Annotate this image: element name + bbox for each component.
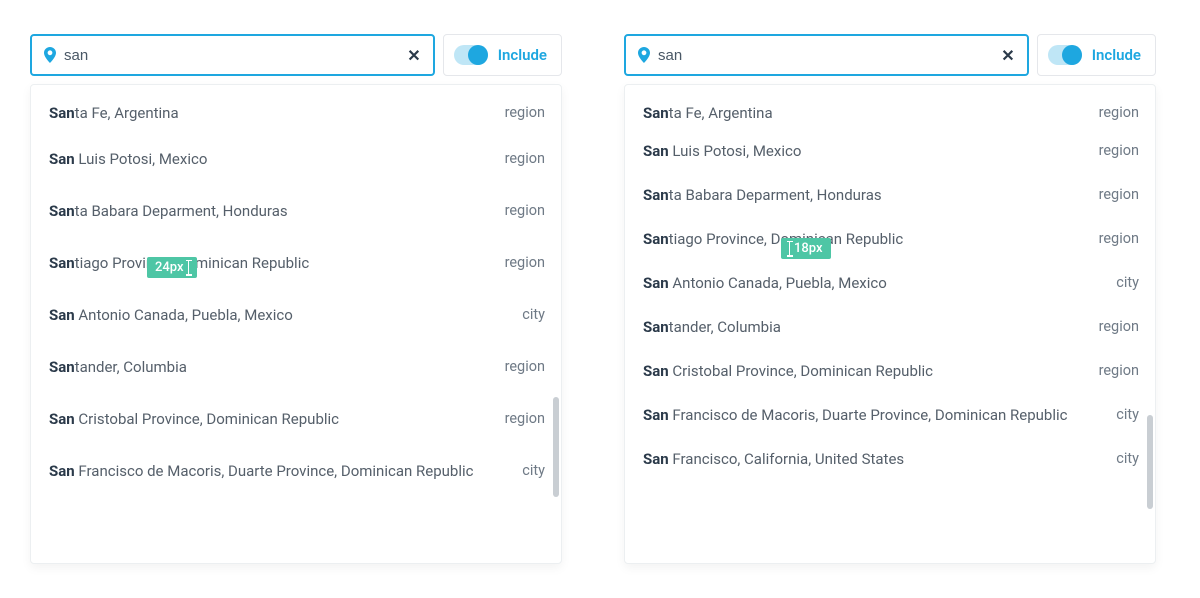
include-label: Include <box>1092 46 1141 64</box>
scrollbar-thumb[interactable] <box>1147 415 1153 509</box>
result-label: San Cristobal Province, Dominican Republ… <box>643 361 1087 381</box>
result-type: city <box>1116 405 1139 425</box>
result-label: Santa Fe, Argentina <box>49 103 493 123</box>
results-list: Santa Fe, ArgentinaregionSan Luis Potosi… <box>49 97 545 489</box>
result-label: Santiago Province, Dominican Republic <box>643 229 1087 249</box>
results-dropdown: Santa Fe, ArgentinaregionSan Luis Potosi… <box>624 84 1156 564</box>
list-item[interactable]: San Luis Potosi, Mexico region <box>49 149 545 177</box>
result-type: city <box>522 305 545 325</box>
clear-icon[interactable]: ✕ <box>1001 46 1014 65</box>
result-type: region <box>1099 361 1139 381</box>
list-item[interactable]: Santander, Columbia region <box>49 357 545 385</box>
spacing-value: 18px <box>794 241 823 256</box>
location-pin-icon <box>638 47 650 63</box>
result-label: San Antonio Canada, Puebla, Mexico <box>49 305 510 325</box>
result-label: San Francisco de Macoris, Duarte Provinc… <box>49 461 510 481</box>
result-label: San Cristobal Province, Dominican Republ… <box>49 409 493 429</box>
results-list: Santa Fe, ArgentinaregionSan Luis Potosi… <box>643 97 1139 475</box>
result-label: Santander, Columbia <box>49 357 493 377</box>
list-item[interactable]: San Cristobal Province, Dominican Republ… <box>643 361 1139 387</box>
spacing-value: 24px <box>155 260 184 275</box>
comparison-panel-left: ✕IncludeSanta Fe, ArgentinaregionSan Lui… <box>30 34 562 564</box>
list-item[interactable]: San Luis Potosi, Mexico region <box>643 141 1139 167</box>
search-input[interactable] <box>64 47 407 64</box>
result-type: region <box>1099 317 1139 337</box>
list-item[interactable]: Santiago Province, Dominican Republic reg… <box>643 229 1139 255</box>
result-label: Santander, Columbia <box>643 317 1087 337</box>
result-type: city <box>1116 273 1139 293</box>
scrollbar-thumb[interactable] <box>553 397 559 497</box>
caliper-icon <box>789 242 790 256</box>
list-item[interactable]: San Cristobal Province, Dominican Republ… <box>49 409 545 437</box>
list-item[interactable]: Santa Babara Deparment, Honduras region <box>643 185 1139 211</box>
list-item[interactable]: Santa Babara Deparment, Honduras region <box>49 201 545 229</box>
list-item[interactable]: San Antonio Canada, Puebla, Mexico city <box>643 273 1139 299</box>
comparison-panel-right: ✕IncludeSanta Fe, ArgentinaregionSan Lui… <box>624 34 1156 564</box>
result-type: region <box>505 103 545 123</box>
list-item[interactable]: Santa Fe, Argentina region <box>643 97 1139 123</box>
include-toggle[interactable] <box>1048 45 1082 65</box>
result-type: region <box>1099 103 1139 123</box>
list-item[interactable]: San Francisco de Macoris, Duarte Provinc… <box>643 405 1139 431</box>
result-label: Santa Babara Deparment, Honduras <box>49 201 493 221</box>
result-label: San Francisco de Macoris, Duarte Provinc… <box>643 405 1104 425</box>
list-item[interactable]: Santiago Province, Dominican Republic reg… <box>49 253 545 281</box>
spacing-annotation-badge: 24px <box>147 257 197 278</box>
include-toggle-box: Include <box>443 34 562 76</box>
result-type: region <box>505 149 545 169</box>
result-label: San Antonio Canada, Puebla, Mexico <box>643 273 1104 293</box>
include-label: Include <box>498 46 547 64</box>
search-box[interactable]: ✕ <box>624 34 1029 76</box>
include-toggle[interactable] <box>454 45 488 65</box>
spacing-annotation-badge: 18px <box>781 238 831 259</box>
search-box[interactable]: ✕ <box>30 34 435 76</box>
result-type: region <box>505 409 545 429</box>
result-label: Santiago Province, Dominican Republic <box>49 253 493 273</box>
result-label: San Luis Potosi, Mexico <box>643 141 1087 161</box>
result-label: Santa Fe, Argentina <box>643 103 1087 123</box>
result-type: region <box>505 253 545 273</box>
result-type: region <box>505 201 545 221</box>
result-type: region <box>1099 141 1139 161</box>
list-item[interactable]: San Francisco, California, United States… <box>643 449 1139 475</box>
result-type: city <box>522 461 545 481</box>
result-type: region <box>1099 229 1139 249</box>
result-label: San Francisco, California, United States <box>643 449 1104 469</box>
list-item[interactable]: San Francisco de Macoris, Duarte Provinc… <box>49 461 545 489</box>
caliper-icon <box>188 261 189 275</box>
list-item[interactable]: San Antonio Canada, Puebla, Mexico city <box>49 305 545 333</box>
location-pin-icon <box>44 47 56 63</box>
result-label: Santa Babara Deparment, Honduras <box>643 185 1087 205</box>
list-item[interactable]: Santa Fe, Argentina region <box>49 97 545 125</box>
result-type: region <box>1099 185 1139 205</box>
result-type: city <box>1116 449 1139 469</box>
clear-icon[interactable]: ✕ <box>407 46 420 65</box>
include-toggle-box: Include <box>1037 34 1156 76</box>
results-dropdown: Santa Fe, ArgentinaregionSan Luis Potosi… <box>30 84 562 564</box>
search-input[interactable] <box>658 47 1001 64</box>
result-type: region <box>505 357 545 377</box>
result-label: San Luis Potosi, Mexico <box>49 149 493 169</box>
list-item[interactable]: Santander, Columbia region <box>643 317 1139 343</box>
